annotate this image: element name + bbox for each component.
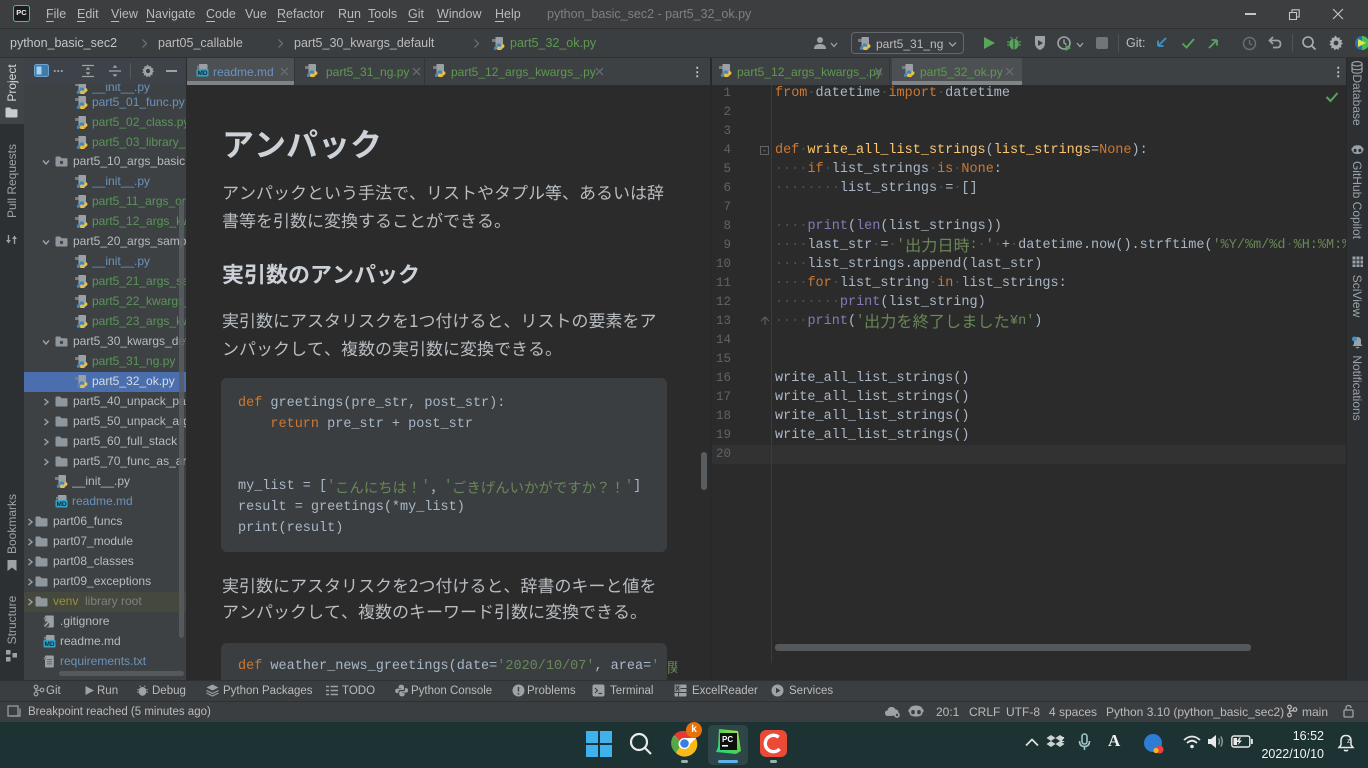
- svg-text:PC: PC: [722, 735, 733, 744]
- svg-text:z: z: [1347, 738, 1351, 745]
- svg-text:X: X: [675, 687, 679, 693]
- svg-text:MD: MD: [44, 641, 54, 648]
- svg-text:MD: MD: [197, 70, 207, 77]
- svg-text:MD: MD: [56, 501, 66, 508]
- svg-text:z: z: [1060, 734, 1065, 744]
